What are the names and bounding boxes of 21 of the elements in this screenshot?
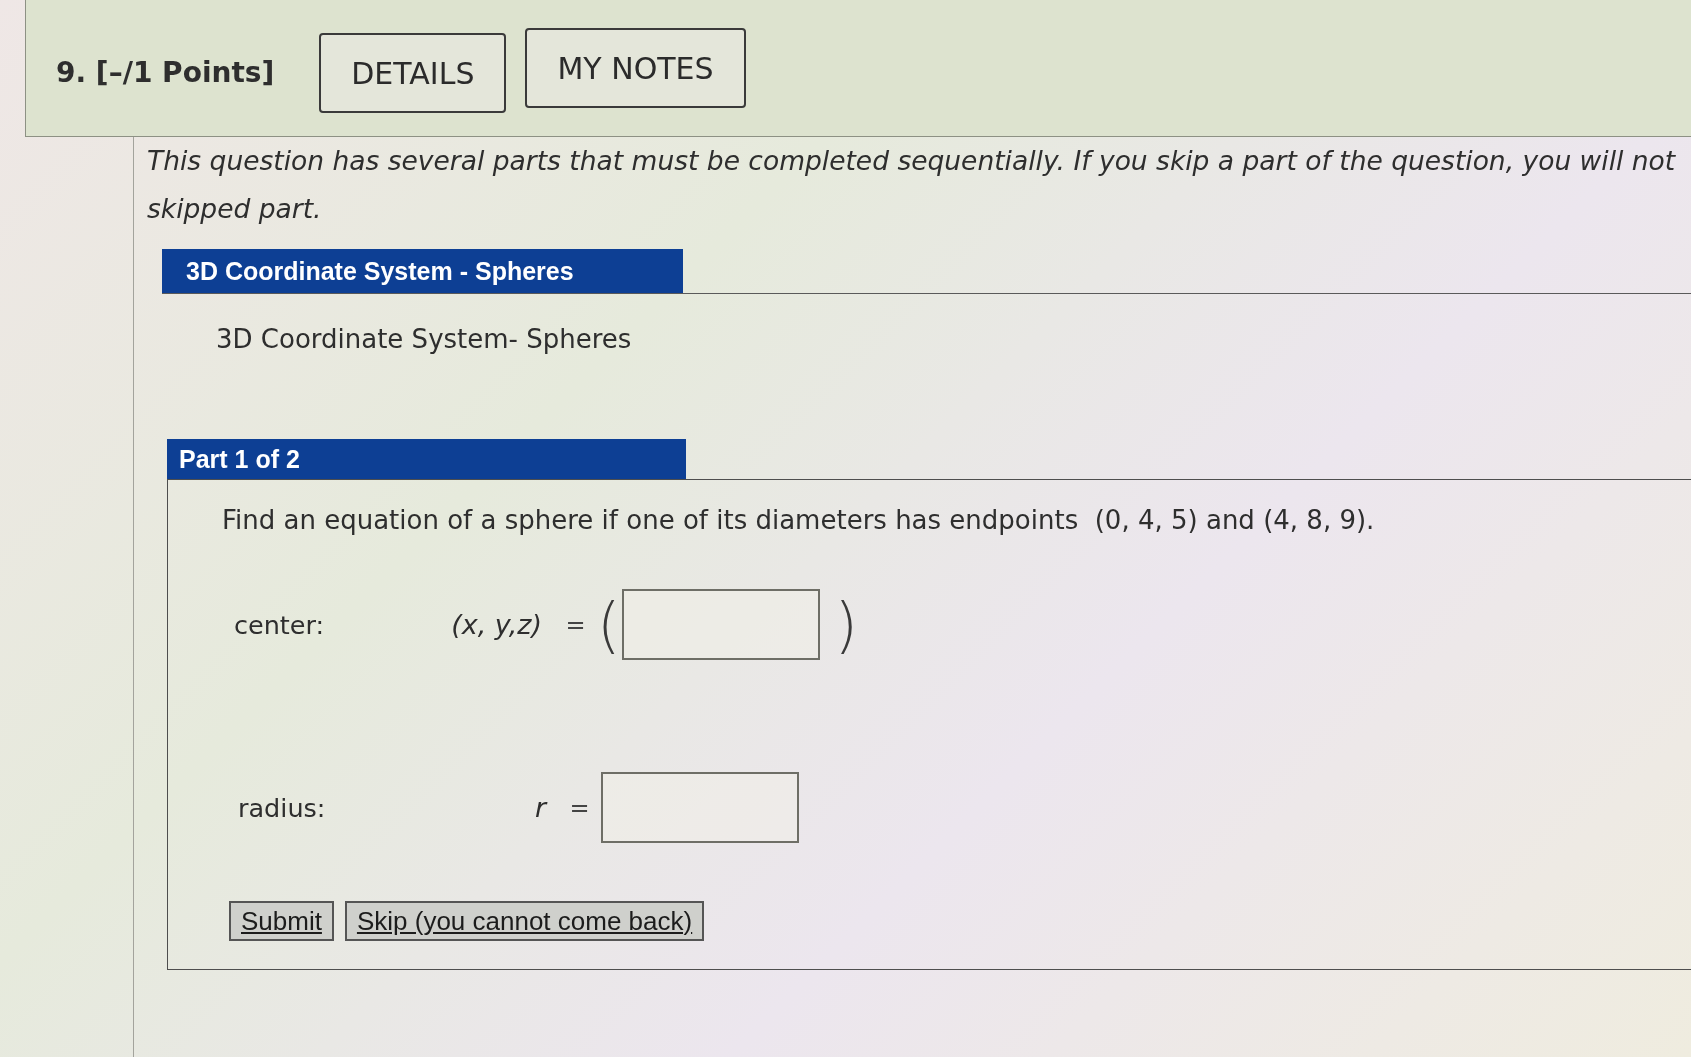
math-variable: r [534,792,546,823]
instruction-text: skipped part. [147,192,322,226]
parenthesis: ( [597,589,621,660]
answer-field[interactable] [622,589,821,660]
math-variable: (x, y,z) [451,609,542,640]
section-subtitle: 3D Coordinate System- Spheres [216,323,632,356]
question-title: 9. [–/1 Points] [56,55,275,89]
question-prompt: Find an equation of a sphere if one of its diameters has endpoints (0, 4, 5) and (4, 8, 9). [222,504,1375,537]
parenthesis: ) [834,589,858,660]
submit-button[interactable]: Submit [229,901,334,941]
answer-label: radius: [238,792,327,823]
skip-button[interactable]: Skip (you cannot come back) [344,901,705,941]
section-header: 3D Coordinate System - Spheres [162,249,683,293]
equals-sign: = [565,610,586,639]
answer-label: center: [234,609,326,640]
part-header: Part 1 of 2 [167,439,686,479]
answer-field[interactable] [601,772,799,843]
instruction-text: This question has several parts that must be completed sequentially. If you skip a part of the question, you will not [147,144,1676,178]
details-button[interactable]: DETAILS [319,33,507,113]
equals-sign: = [569,793,590,822]
notes-button[interactable]: MY NOTES [525,28,746,108]
